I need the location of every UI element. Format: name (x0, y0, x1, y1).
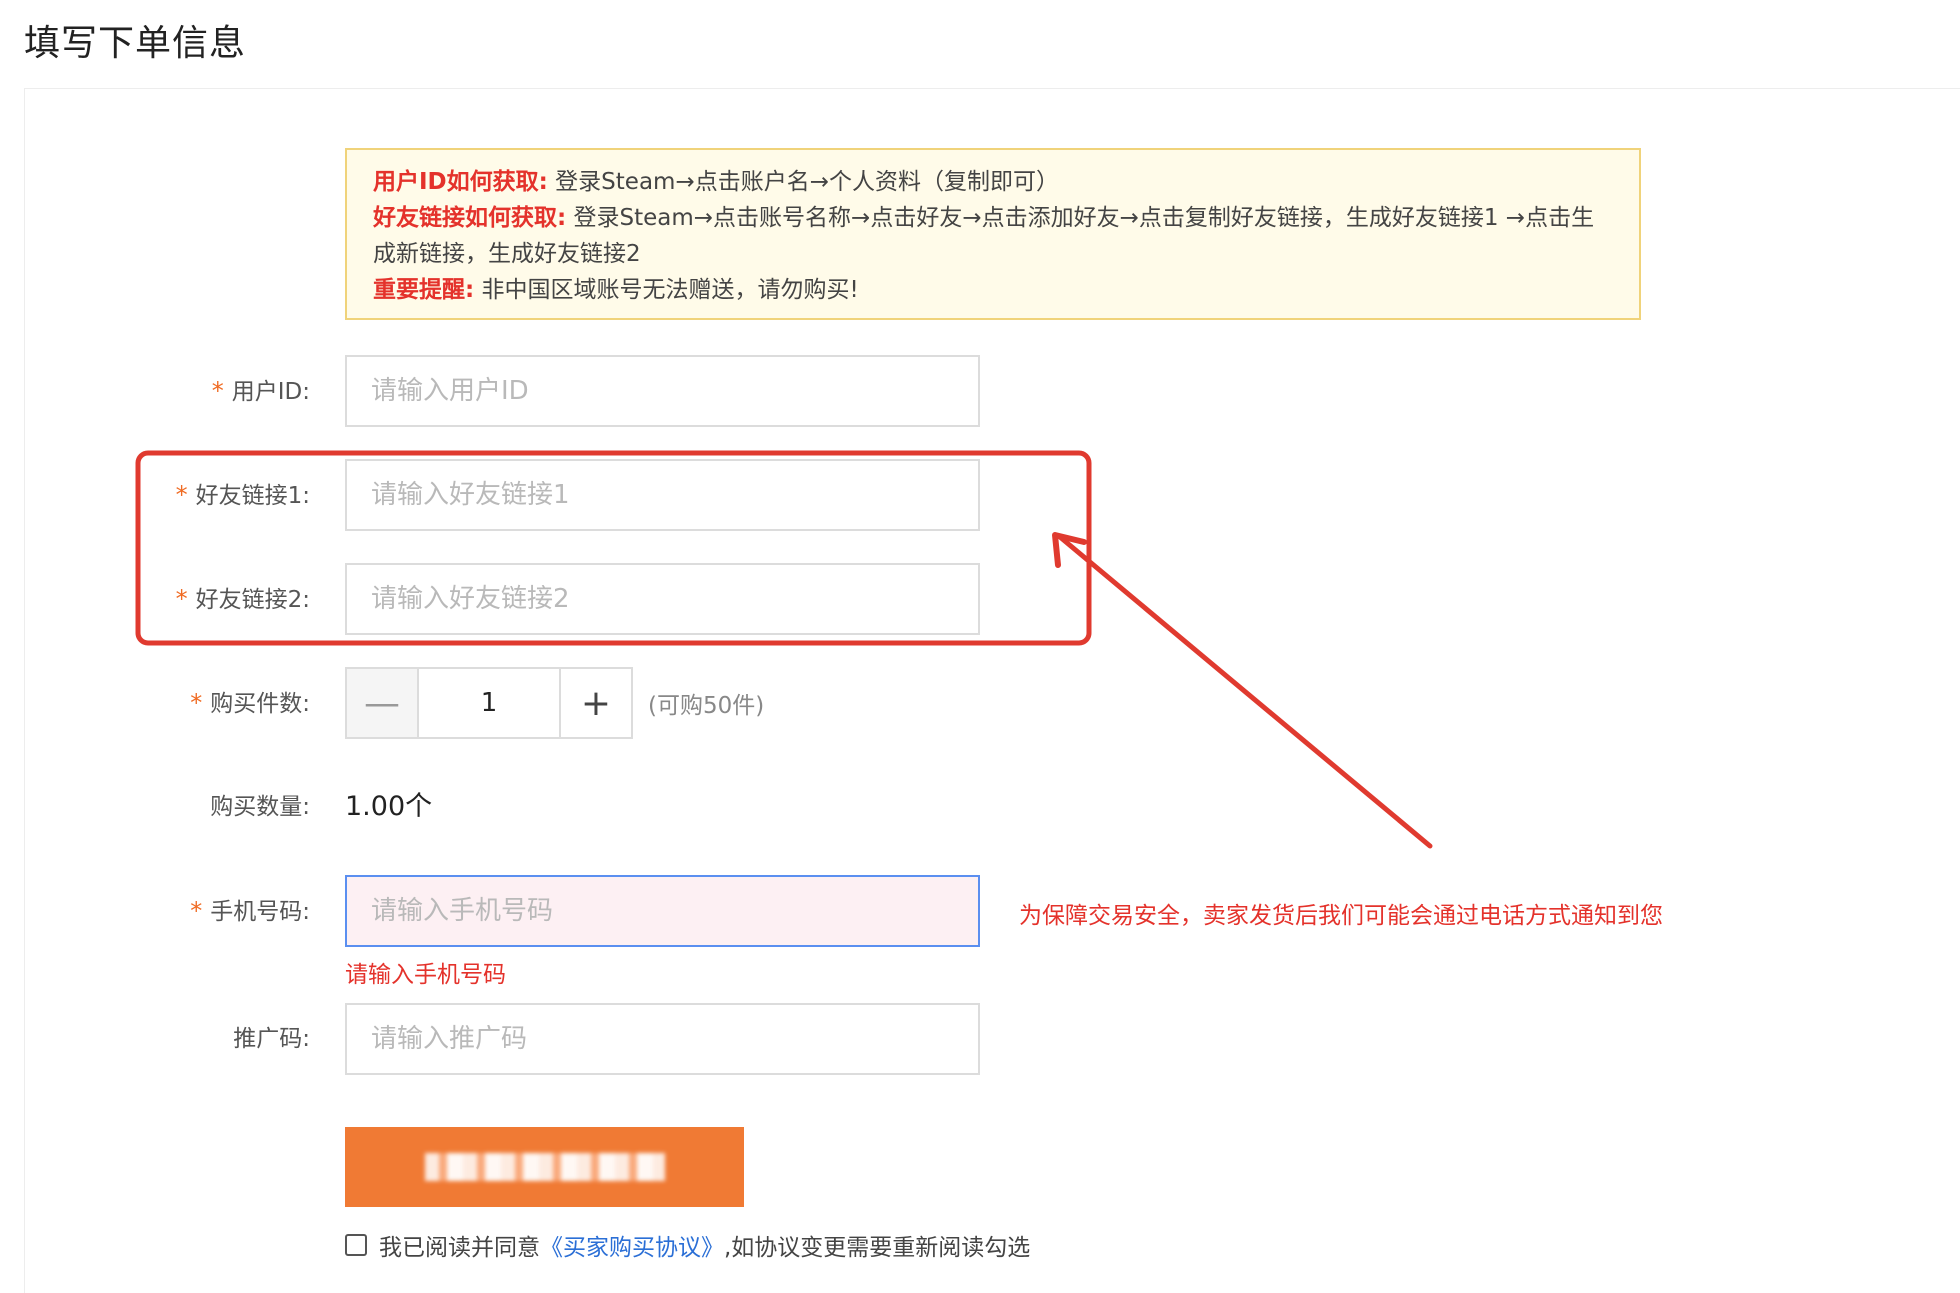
promo-code-label: 推广码: (80, 1003, 310, 1075)
friend-link-1-label-text: 好友链接1: (195, 483, 310, 509)
friend-link-2-label: * 好友链接2: (80, 563, 310, 635)
agreement-row: 我已阅读并同意 《买家购买协议》 ,如协议变更需要重新阅读勾选 (345, 1228, 1030, 1262)
agreement-suffix: ,如协议变更需要重新阅读勾选 (724, 1235, 1031, 1261)
page-title: 填写下单信息 (24, 23, 247, 64)
user-id-label-text: 用户ID: (231, 379, 310, 405)
phone-security-note: 为保障交易安全，卖家发货后我们可能会通过电话方式通知到您 (1019, 903, 1663, 929)
submit-order-button[interactable] (345, 1127, 744, 1207)
phone-input[interactable] (345, 875, 980, 947)
friend-link-1-input[interactable] (345, 459, 980, 531)
notice-warning: 重要提醒: 非中国区域账号无法赠送，请勿购买! (373, 272, 1613, 308)
amount-value: 1.00个 (345, 791, 433, 822)
instructions-notice: 用户ID如何获取: 登录Steam→点击账户名→个人资料（复制即可） 好友链接如… (345, 148, 1641, 320)
quantity-limit-hint: (可购50件) (648, 693, 765, 719)
required-star: * (175, 585, 188, 613)
quantity-increase-button[interactable]: + (559, 669, 631, 737)
friend-link-2-input[interactable] (345, 563, 980, 635)
quantity-label-text: 购买件数: (210, 691, 310, 717)
submit-button-blurred-label (425, 1153, 665, 1181)
user-id-input[interactable] (345, 355, 980, 427)
user-id-label: * 用户ID: (80, 355, 310, 427)
phone-error-message: 请输入手机号码 (345, 962, 506, 988)
agreement-prefix: 我已阅读并同意 (379, 1235, 540, 1261)
required-star: * (211, 377, 224, 405)
minus-icon: — (364, 682, 400, 724)
notice-warning-text: 非中国区域账号无法赠送，请勿购买! (474, 277, 859, 303)
quantity-decrease-button[interactable]: — (347, 669, 419, 737)
friend-link-1-label: * 好友链接1: (80, 459, 310, 531)
notice-user-id: 用户ID如何获取: 登录Steam→点击账户名→个人资料（复制即可） (373, 164, 1613, 200)
required-star: * (190, 897, 203, 925)
notice-friend-link-key: 好友链接如何获取: (373, 205, 567, 231)
notice-user-id-text: 登录Steam→点击账户名→个人资料（复制即可） (547, 169, 1059, 195)
notice-user-id-key: 用户ID如何获取: (373, 169, 548, 195)
amount-label: 购买数量: (80, 771, 310, 843)
phone-label-text: 手机号码: (210, 899, 310, 925)
buyer-agreement-link[interactable]: 《买家购买协议》 (540, 1228, 724, 1262)
friend-link-2-label-text: 好友链接2: (195, 587, 310, 613)
agreement-checkbox[interactable] (345, 1234, 367, 1256)
notice-warning-key: 重要提醒: (373, 277, 475, 303)
quantity-stepper: — 1 + (345, 667, 633, 739)
required-star: * (190, 689, 203, 717)
phone-label: * 手机号码: (80, 875, 310, 947)
quantity-value[interactable]: 1 (419, 669, 559, 737)
notice-friend-link: 好友链接如何获取: 登录Steam→点击账号名称→点击好友→点击添加好友→点击复… (373, 200, 1613, 272)
plus-icon: + (580, 682, 612, 724)
amount-label-text: 购买数量: (210, 794, 310, 820)
promo-code-input[interactable] (345, 1003, 980, 1075)
required-star: * (175, 481, 188, 509)
promo-code-label-text: 推广码: (233, 1026, 310, 1052)
quantity-label: * 购买件数: (80, 667, 310, 739)
